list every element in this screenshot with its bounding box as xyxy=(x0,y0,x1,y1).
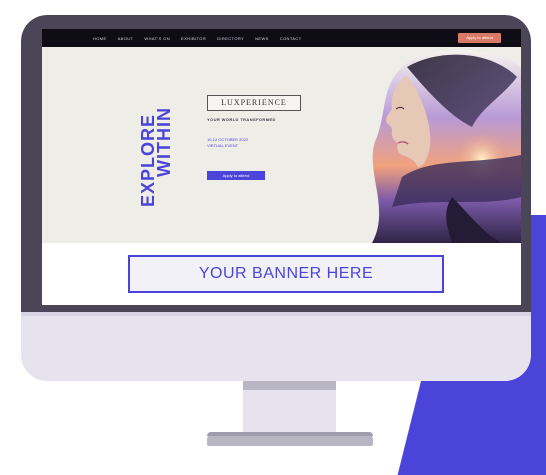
hero-headline: EXPLORE WITHIN xyxy=(138,107,174,207)
nav-link-news[interactable]: News xyxy=(255,36,269,41)
monitor-stand-base-top xyxy=(207,432,373,436)
brand-logo: LUXPERIENCE xyxy=(207,95,301,111)
website-screen: Home About What's On Exhibitor Directory… xyxy=(42,29,521,305)
monitor-stand-neck xyxy=(243,381,336,434)
nav-link-contact[interactable]: Contact xyxy=(280,36,302,41)
hero-apply-button[interactable]: Apply to attend xyxy=(207,171,265,180)
nav-link-directory[interactable]: Directory xyxy=(217,36,244,41)
hero-tagline: YOUR WORLD TRANSFORMED xyxy=(207,117,276,122)
monitor-chin-edge xyxy=(21,312,531,316)
monitor-bezel: Home About What's On Exhibitor Directory… xyxy=(21,15,531,312)
monitor-stand-base xyxy=(207,432,373,446)
headline-line-within: WITHIN xyxy=(154,107,174,177)
hero-section: EXPLORE WITHIN LUXPERIENCE YOUR WORLD TR… xyxy=(42,47,521,243)
event-dates: 10-12 OCTOBER 2022 VIRTUAL EVENT xyxy=(207,137,248,149)
banner-strip: YOUR BANNER HERE xyxy=(42,243,521,305)
event-format: VIRTUAL EVENT xyxy=(207,143,239,148)
banner-placeholder[interactable]: YOUR BANNER HERE xyxy=(128,255,444,293)
top-nav: Home About What's On Exhibitor Directory… xyxy=(42,29,521,47)
monitor: Home About What's On Exhibitor Directory… xyxy=(21,15,531,381)
nav-link-about[interactable]: About xyxy=(118,36,134,41)
nav-link-exhibitor[interactable]: Exhibitor xyxy=(181,36,206,41)
nav-links: Home About What's On Exhibitor Directory… xyxy=(93,36,302,41)
nav-link-whats-on[interactable]: What's On xyxy=(144,36,170,41)
nav-apply-button[interactable]: Apply to attend xyxy=(458,33,501,43)
nav-link-home[interactable]: Home xyxy=(93,36,107,41)
woman-portrait-image xyxy=(332,47,521,243)
